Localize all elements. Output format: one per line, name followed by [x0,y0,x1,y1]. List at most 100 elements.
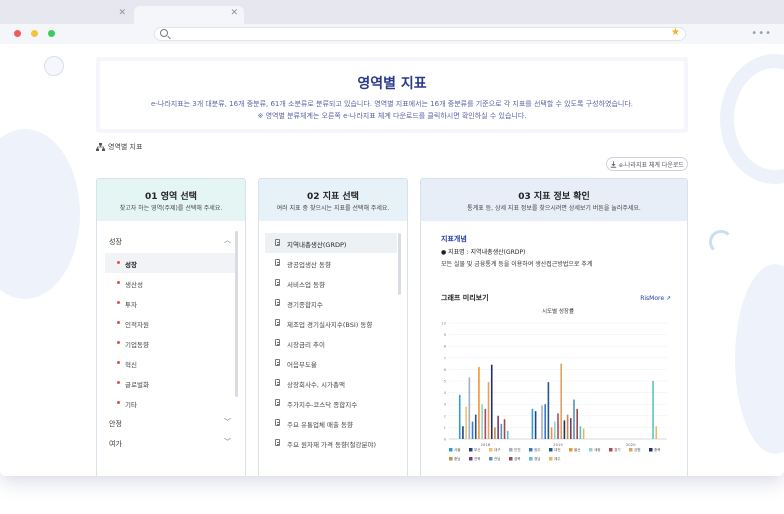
subcategory-item[interactable]: 기타 [105,393,235,413]
legend-label: 인천 [514,447,521,452]
decorative-ring [709,230,733,254]
subcategory-item[interactable]: 생산성 [105,273,235,293]
chart-bar [471,421,474,439]
legend-swatch [649,448,653,452]
chart-bar [579,426,582,439]
panel-subtitle: 여러 지표 중 찾으시는 지표를 선택해 주세요. [276,205,390,212]
indicator-label: 지역내총생산(GRDP) [287,241,347,249]
legend-swatch [549,448,553,452]
bullet-icon [117,261,120,264]
subcategory-item[interactable]: 글로벌화 [105,373,235,393]
page-note: ※ 영역별 분류체계는 오른쪽 e-나라지표 체계 다운로드를 클릭하시면 확인… [257,112,527,120]
bullet-icon [117,281,120,284]
y-tick-label: 7 [444,355,447,360]
y-tick-label: 6 [444,367,447,372]
page-description: e-나라지표는 3개 대분류, 16개 중분류, 61개 소분류로 분류되고 있… [150,100,634,108]
y-tick-label: 4 [444,390,447,395]
browser-tab-active[interactable]: ✕ [134,6,244,24]
legend-swatch [489,448,493,452]
breadcrumb-label: 영역별 지표 [108,143,143,151]
chart-bar [541,405,543,439]
chart-bar [487,382,490,439]
indicator-label: 주가지수-코스닥 종합지수 [287,401,358,409]
indicator-item[interactable]: 제조업 경기실사지수(BSI) 동향 [265,313,397,333]
address-bar[interactable]: ★ [154,27,686,41]
page-header: 영역별 지표 e-나라지표는 3개 대분류, 16개 중분류, 61개 소분류로… [96,57,688,133]
chart-bar [474,414,477,439]
legend-swatch [489,457,493,461]
document-icon [275,319,280,326]
minimize-window-button[interactable] [31,30,38,37]
indicator-item[interactable]: 주요 유통업체 매출 동향 [265,413,397,433]
indicator-label: 제조업 경기실사지수(BSI) 동향 [287,321,373,329]
chevron-up-icon: ︿ [224,236,231,244]
category-label: 성장 [109,238,122,246]
legend-label: 대전 [554,447,561,452]
close-tab-icon[interactable]: ✕ [230,8,238,18]
sitemap-icon [96,143,105,151]
maximize-window-button[interactable] [48,30,55,37]
panel-header: 01 영역 선택 찾고자 하는 영역(주제)를 선택해 주세요. [97,179,245,221]
document-icon [275,439,280,446]
indicator-item[interactable]: 주요 원자재 가격 동향(철강분야) [265,433,397,453]
legend-label: 충남 [454,456,461,461]
scrollbar[interactable] [235,231,238,397]
chart-bar [576,408,578,439]
bullet-icon [117,381,120,384]
indicator-item[interactable]: 어음부도율 [265,353,397,373]
subcategory-item[interactable]: 혁신 [105,353,235,373]
indicator-label: 시장금리 추이 [287,341,325,349]
indicator-label: 광공업생산 동향 [287,261,331,269]
subcategory-item[interactable]: 기업동향 [105,333,235,353]
chart-bar [458,394,461,439]
subcategory-item[interactable]: 성장 [105,253,235,273]
legend-label: 세종 [594,447,601,452]
browser-window: ✕ ✕ ★ ••• 영역별 지표 e-나라지표는 3개 대분류, 16개 중분류… [0,0,784,476]
chart-bar [468,377,471,439]
chart-bar [570,418,572,439]
indicator-item[interactable]: 지역내총생산(GRDP) [265,233,397,253]
chart-bar [503,419,506,439]
browser-tab[interactable]: ✕ [0,6,132,24]
indicator-label: 경기종합지수 [287,301,323,309]
document-icon [275,359,280,366]
close-tab-icon[interactable]: ✕ [118,8,126,18]
close-window-button[interactable] [14,30,21,37]
bookmark-star-icon[interactable]: ★ [671,27,680,38]
chevron-down-icon: ﹀ [224,438,231,446]
indicator-label: 어음부도율 [287,361,317,369]
indicator-item[interactable]: 서비스업 동향 [265,273,397,293]
x-tick-label: 2019 [553,442,563,447]
chart-preview-heading: 그래프 미리보기 [441,294,489,302]
category-leisure[interactable]: 여가 ﹀ [105,433,235,453]
legend-label: 제주 [554,456,561,461]
more-link[interactable]: RisMore ↗ [640,295,671,302]
chart-bar [497,415,499,439]
legend-label: 부산 [474,447,481,452]
indicator-item[interactable]: 광공업생산 동향 [265,253,397,273]
indicator-item[interactable]: 상장회사수, 시가총액 [265,373,397,393]
indicator-item[interactable]: 경기종합지수 [265,293,397,313]
decorative-circle [735,264,784,454]
y-tick-label: 1 [444,425,447,430]
subcategory-item[interactable]: 투자 [105,293,235,313]
browser-toolbar: ★ ••• [0,24,784,44]
subcategory-label: 글로벌화 [125,381,149,389]
indicator-item[interactable]: 주가지수-코스닥 종합지수 [265,393,397,413]
category-stability[interactable]: 안정 ﹀ [105,413,235,433]
subcategory-label: 인적자원 [125,321,149,329]
chart-bar [563,420,566,439]
scrollbar[interactable] [398,233,401,295]
chart-bar [494,427,496,439]
subcategory-item[interactable]: 인적자원 [105,313,235,333]
download-button[interactable]: e-나라지표 체계 다운로드 [606,157,688,171]
legend-swatch [589,448,593,452]
legend-swatch [629,448,633,452]
category-growth[interactable]: 성장 ︿ [105,231,235,251]
indicator-label: 서비스업 동향 [287,281,325,289]
document-icon [275,299,280,306]
panel-subtitle: 통계표 등, 상세 지표 정보를 찾으시려면 상세보기 버튼을 눌러주세요. [467,205,641,212]
indicator-item[interactable]: 시장금리 추이 [265,333,397,353]
browser-menu-icon[interactable]: ••• [751,28,772,39]
bullet-icon [117,401,120,404]
